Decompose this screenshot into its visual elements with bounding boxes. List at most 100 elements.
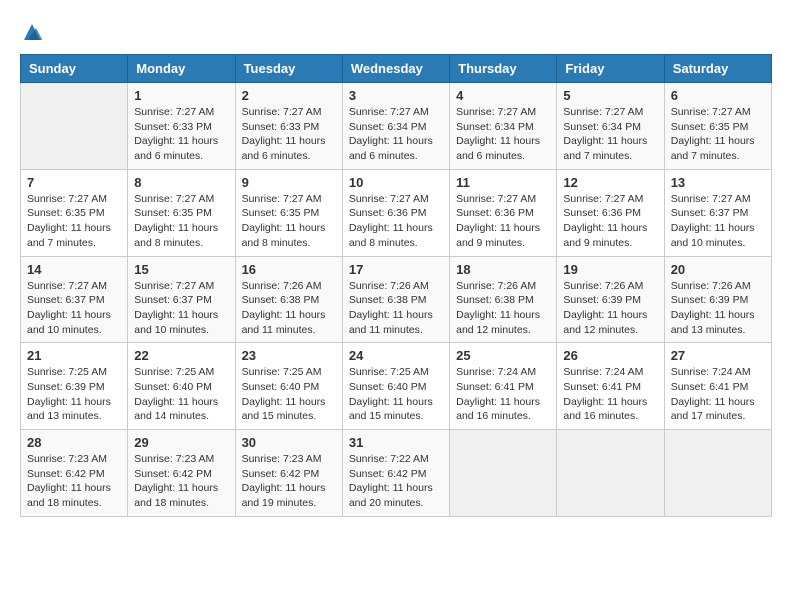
day-info: Sunrise: 7:27 AMSunset: 6:33 PMDaylight:… [134, 105, 228, 164]
calendar-cell: 27 Sunrise: 7:24 AMSunset: 6:41 PMDayligh… [664, 343, 771, 430]
day-info: Sunrise: 7:24 AMSunset: 6:41 PMDaylight:… [563, 365, 657, 424]
day-info: Sunrise: 7:23 AMSunset: 6:42 PMDaylight:… [134, 452, 228, 511]
day-number: 11 [456, 175, 550, 190]
day-number: 10 [349, 175, 443, 190]
calendar-cell: 24 Sunrise: 7:25 AMSunset: 6:40 PMDayligh… [342, 343, 449, 430]
calendar-cell: 11 Sunrise: 7:27 AMSunset: 6:36 PMDayligh… [450, 169, 557, 256]
day-info: Sunrise: 7:27 AMSunset: 6:35 PMDaylight:… [27, 192, 121, 251]
day-info: Sunrise: 7:27 AMSunset: 6:36 PMDaylight:… [563, 192, 657, 251]
calendar-cell: 6Sunrise: 7:27 AMSunset: 6:35 PMDaylight… [664, 83, 771, 170]
calendar-cell: 13 Sunrise: 7:27 AMSunset: 6:37 PMDayligh… [664, 169, 771, 256]
day-header-saturday: Saturday [664, 55, 771, 83]
calendar-cell: 19 Sunrise: 7:26 AMSunset: 6:39 PMDayligh… [557, 256, 664, 343]
day-info: Sunrise: 7:26 AMSunset: 6:38 PMDaylight:… [242, 279, 336, 338]
calendar-cell: 4 Sunrise: 7:27 AMSunset: 6:34 PMDaylight… [450, 83, 557, 170]
calendar-cell: 20 Sunrise: 7:26 AMSunset: 6:39 PMDayligh… [664, 256, 771, 343]
calendar-week-row: 21Sunrise: 7:25 AMSunset: 6:39 PMDayligh… [21, 343, 772, 430]
day-number: 27 [671, 348, 765, 363]
calendar-week-row: 1 Sunrise: 7:27 AMSunset: 6:33 PMDaylight… [21, 83, 772, 170]
day-number: 20 [671, 262, 765, 277]
day-info: Sunrise: 7:27 AMSunset: 6:35 PMDaylight:… [134, 192, 228, 251]
day-number: 19 [563, 262, 657, 277]
day-info: Sunrise: 7:24 AMSunset: 6:41 PMDaylight:… [671, 365, 765, 424]
day-number: 24 [349, 348, 443, 363]
day-info: Sunrise: 7:27 AMSunset: 6:34 PMDaylight:… [456, 105, 550, 164]
day-number: 2 [242, 88, 336, 103]
calendar-cell: 5 Sunrise: 7:27 AMSunset: 6:34 PMDaylight… [557, 83, 664, 170]
calendar-cell: 9 Sunrise: 7:27 AMSunset: 6:35 PMDaylight… [235, 169, 342, 256]
calendar-cell: 31Sunrise: 7:22 AMSunset: 6:42 PMDayligh… [342, 430, 449, 517]
day-number: 12 [563, 175, 657, 190]
calendar-cell [21, 83, 128, 170]
day-number: 13 [671, 175, 765, 190]
day-info: Sunrise: 7:27 AMSunset: 6:36 PMDaylight:… [349, 192, 443, 251]
day-number: 3 [349, 88, 443, 103]
calendar-cell: 29 Sunrise: 7:23 AMSunset: 6:42 PMDayligh… [128, 430, 235, 517]
calendar-cell: 22Sunrise: 7:25 AMSunset: 6:40 PMDayligh… [128, 343, 235, 430]
day-number: 14 [27, 262, 121, 277]
day-number: 8 [134, 175, 228, 190]
day-info: Sunrise: 7:27 AMSunset: 6:34 PMDaylight:… [563, 105, 657, 164]
day-number: 18 [456, 262, 550, 277]
day-info: Sunrise: 7:26 AMSunset: 6:39 PMDaylight:… [671, 279, 765, 338]
day-number: 28 [27, 435, 121, 450]
day-header-friday: Friday [557, 55, 664, 83]
day-info: Sunrise: 7:27 AMSunset: 6:33 PMDaylight:… [242, 105, 336, 164]
calendar-cell: 16 Sunrise: 7:26 AMSunset: 6:38 PMDayligh… [235, 256, 342, 343]
day-info: Sunrise: 7:25 AMSunset: 6:40 PMDaylight:… [242, 365, 336, 424]
calendar-cell: 26 Sunrise: 7:24 AMSunset: 6:41 PMDayligh… [557, 343, 664, 430]
calendar-cell: 21Sunrise: 7:25 AMSunset: 6:39 PMDayligh… [21, 343, 128, 430]
calendar-week-row: 28 Sunrise: 7:23 AMSunset: 6:42 PMDayligh… [21, 430, 772, 517]
calendar-cell: 17 Sunrise: 7:26 AMSunset: 6:38 PMDayligh… [342, 256, 449, 343]
day-info: Sunrise: 7:27 AMSunset: 6:37 PMDaylight:… [134, 279, 228, 338]
calendar-cell: 3 Sunrise: 7:27 AMSunset: 6:34 PMDaylight… [342, 83, 449, 170]
calendar-cell: 23 Sunrise: 7:25 AMSunset: 6:40 PMDayligh… [235, 343, 342, 430]
day-info: Sunrise: 7:23 AMSunset: 6:42 PMDaylight:… [242, 452, 336, 511]
day-number: 9 [242, 175, 336, 190]
calendar-cell: 30 Sunrise: 7:23 AMSunset: 6:42 PMDayligh… [235, 430, 342, 517]
calendar-cell: 15 Sunrise: 7:27 AMSunset: 6:37 PMDayligh… [128, 256, 235, 343]
day-info: Sunrise: 7:26 AMSunset: 6:39 PMDaylight:… [563, 279, 657, 338]
day-number: 1 [134, 88, 228, 103]
calendar-cell: 2 Sunrise: 7:27 AMSunset: 6:33 PMDaylight… [235, 83, 342, 170]
day-number: 23 [242, 348, 336, 363]
day-number: 4 [456, 88, 550, 103]
day-number: 6 [671, 88, 765, 103]
day-info: Sunrise: 7:26 AMSunset: 6:38 PMDaylight:… [456, 279, 550, 338]
day-info: Sunrise: 7:25 AMSunset: 6:40 PMDaylight:… [134, 365, 228, 424]
day-header-wednesday: Wednesday [342, 55, 449, 83]
day-info: Sunrise: 7:27 AMSunset: 6:37 PMDaylight:… [671, 192, 765, 251]
day-info: Sunrise: 7:22 AMSunset: 6:42 PMDaylight:… [349, 452, 443, 511]
day-info: Sunrise: 7:25 AMSunset: 6:40 PMDaylight:… [349, 365, 443, 424]
day-header-tuesday: Tuesday [235, 55, 342, 83]
day-number: 25 [456, 348, 550, 363]
day-info: Sunrise: 7:26 AMSunset: 6:38 PMDaylight:… [349, 279, 443, 338]
calendar-cell [557, 430, 664, 517]
calendar-cell: 25 Sunrise: 7:24 AMSunset: 6:41 PMDayligh… [450, 343, 557, 430]
day-number: 5 [563, 88, 657, 103]
calendar-cell [450, 430, 557, 517]
day-number: 15 [134, 262, 228, 277]
day-info: Sunrise: 7:24 AMSunset: 6:41 PMDaylight:… [456, 365, 550, 424]
calendar-table: SundayMondayTuesdayWednesdayThursdayFrid… [20, 54, 772, 517]
calendar-cell: 28 Sunrise: 7:23 AMSunset: 6:42 PMDayligh… [21, 430, 128, 517]
day-header-monday: Monday [128, 55, 235, 83]
day-info: Sunrise: 7:25 AMSunset: 6:39 PMDaylight:… [27, 365, 121, 424]
day-header-thursday: Thursday [450, 55, 557, 83]
calendar-cell: 18 Sunrise: 7:26 AMSunset: 6:38 PMDayligh… [450, 256, 557, 343]
day-number: 17 [349, 262, 443, 277]
calendar-cell: 8 Sunrise: 7:27 AMSunset: 6:35 PMDaylight… [128, 169, 235, 256]
calendar-cell: 12 Sunrise: 7:27 AMSunset: 6:36 PMDayligh… [557, 169, 664, 256]
day-number: 26 [563, 348, 657, 363]
day-info: Sunrise: 7:27 AMSunset: 6:34 PMDaylight:… [349, 105, 443, 164]
day-info: Sunrise: 7:27 AMSunset: 6:35 PMDaylight:… [242, 192, 336, 251]
day-info: Sunrise: 7:27 AMSunset: 6:36 PMDaylight:… [456, 192, 550, 251]
day-header-sunday: Sunday [21, 55, 128, 83]
day-number: 16 [242, 262, 336, 277]
day-number: 30 [242, 435, 336, 450]
day-number: 29 [134, 435, 228, 450]
calendar-cell: 7Sunrise: 7:27 AMSunset: 6:35 PMDaylight… [21, 169, 128, 256]
calendar-header-row: SundayMondayTuesdayWednesdayThursdayFrid… [21, 55, 772, 83]
logo-icon [20, 20, 44, 44]
day-info: Sunrise: 7:23 AMSunset: 6:42 PMDaylight:… [27, 452, 121, 511]
